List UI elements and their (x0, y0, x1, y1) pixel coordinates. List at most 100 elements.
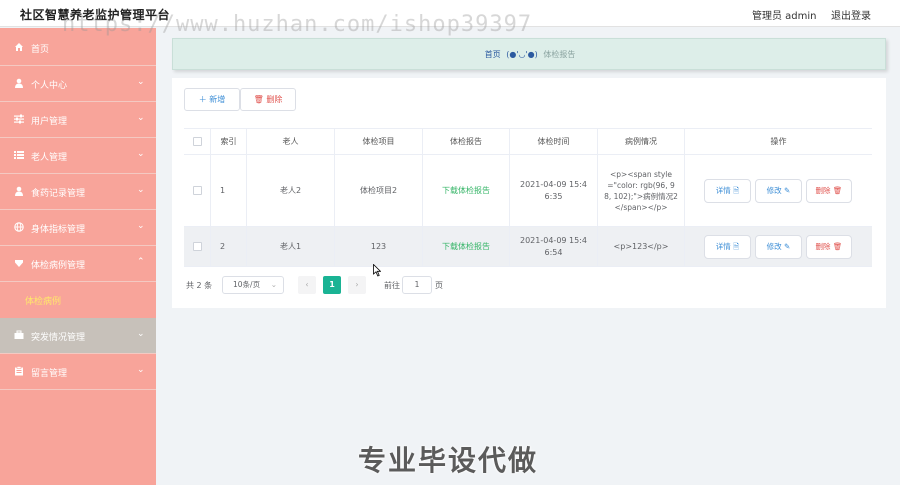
download-report-link[interactable]: 下载体检报告 (442, 185, 490, 197)
row-checkbox[interactable] (192, 186, 202, 195)
report-cell: 下载体检报告 (423, 155, 510, 226)
elder-cell: 老人2 (247, 155, 335, 226)
edit-label: 修改 (766, 186, 782, 195)
document-icon: 🗎 (733, 186, 740, 195)
logout-link[interactable]: 退出登录 (831, 7, 871, 22)
sidebar-item-personal-center[interactable]: 个人中心 ⌄ (0, 66, 156, 102)
sidebar-item-emergencies[interactable]: 突发情况管理 ⌄ (0, 318, 156, 354)
globe-icon (14, 222, 24, 232)
report-cell: 下载体检报告 (423, 227, 510, 266)
sidebar-item-label: 食药记录管理 (31, 189, 86, 199)
sidebar-item-label: 身体指标管理 (31, 225, 86, 235)
column-header: 操作 (770, 136, 787, 146)
case-cell: <p><span style="color: rgb(96, 98, 102);… (598, 155, 685, 226)
chevron-down-icon: ⌄ (270, 280, 277, 289)
page-number-current[interactable]: 1 (323, 276, 341, 294)
detail-button[interactable]: 详情 🗎 (704, 179, 751, 203)
breadcrumb-emoticon: (●'◡'●) (506, 50, 538, 59)
edit-label: 修改 (766, 242, 782, 251)
sidebar-item-home[interactable]: 首页 (0, 30, 156, 66)
row-select-cell (184, 155, 211, 226)
person-icon (14, 78, 24, 88)
trash-icon: 🗑 (832, 186, 843, 195)
goto-page-input[interactable]: 1 (402, 276, 432, 294)
next-page-button[interactable]: › (348, 276, 366, 294)
edit-button[interactable]: 修改 ✎ (755, 179, 802, 203)
sidebar-item-label: 个人中心 (31, 81, 68, 91)
sidebar-subitem-medical-record[interactable]: 体检病例 (0, 282, 156, 318)
content-panel: ＋ 新增 🗑 删除 索引 老人 体检项目 体检报告 体检时间 病例情况 操作 1… (172, 78, 886, 308)
table-row: 1 老人2 体检项目2 下载体检报告 2021-04-09 15:46:35 <… (184, 155, 872, 227)
chevron-right-icon: › (355, 280, 359, 289)
sidebar-item-label: 突发情况管理 (31, 333, 86, 343)
sidebar-item-elder-management[interactable]: 老人管理 ⌄ (0, 138, 156, 174)
sidebar-item-messages[interactable]: 留言管理 ⌄ (0, 354, 156, 390)
sidebar-item-label: 体检病例管理 (31, 261, 86, 271)
diamond-icon (14, 258, 24, 268)
sidebar-item-label: 老人管理 (31, 153, 68, 163)
column-header: 体检项目 (335, 129, 423, 154)
list-icon (14, 150, 24, 160)
home-icon (14, 42, 24, 52)
chevron-down-icon: ⌄ (137, 329, 145, 339)
column-header: 病例情况 (598, 129, 685, 154)
edit-button[interactable]: 修改 ✎ (755, 235, 802, 259)
delete-button[interactable]: 删除 🗑 (806, 179, 852, 203)
sidebar-item-label: 首页 (31, 45, 50, 55)
delete-label: 删除 (815, 186, 831, 195)
chevron-down-icon: ⌄ (137, 365, 145, 375)
page-suffix: 页 (435, 281, 443, 290)
prev-page-button[interactable]: ‹ (298, 276, 316, 294)
breadcrumb-current: 体检报告 (543, 50, 576, 59)
select-all-cell (184, 129, 211, 154)
actions-cell: 详情 🗎 修改 ✎ 删除 🗑 (685, 155, 872, 226)
sidebar: 首页 个人中心 ⌄ 用户管理 ⌄ 老人管理 ⌄ 食药记录管理 ⌄ 身体指标管理 … (0, 28, 156, 485)
delete-button-label: 删除 (266, 95, 283, 104)
detail-button[interactable]: 详情 🗎 (704, 235, 751, 259)
column-header: 索引 (211, 129, 247, 154)
sidebar-item-label: 留言管理 (31, 369, 68, 379)
person-icon (14, 186, 24, 196)
table-header-row: 索引 老人 体检项目 体检报告 体检时间 病例情况 操作 (184, 129, 872, 155)
elder-cell: 老人1 (247, 227, 335, 266)
add-button[interactable]: ＋ 新增 (184, 88, 240, 111)
sidebar-item-user-management[interactable]: 用户管理 ⌄ (0, 102, 156, 138)
chevron-down-icon: ⌄ (137, 185, 145, 195)
time-cell: 2021-04-09 15:46:35 (510, 155, 598, 226)
trash-icon: 🗑 (832, 242, 843, 251)
pagination-total: 共 2 条 (186, 281, 213, 290)
case-cell: <p>123</p> (598, 227, 685, 266)
breadcrumb-home[interactable]: 首页 (485, 50, 501, 59)
column-header: 体检报告 (423, 129, 510, 154)
clipboard-icon (14, 366, 24, 376)
row-select-cell (184, 227, 211, 266)
plus-icon: ＋ (198, 95, 210, 104)
chevron-down-icon: ⌄ (137, 149, 145, 159)
column-header: 老人 (247, 129, 335, 154)
item-cell: 123 (335, 227, 423, 266)
actions-cell: 详情 🗎 修改 ✎ 删除 🗑 (685, 227, 872, 266)
delete-button[interactable]: 删除 🗑 (806, 235, 852, 259)
goto-label: 前往 (384, 281, 400, 290)
select-all-checkbox[interactable] (192, 137, 202, 146)
footer-watermark: 专业毕设代做 (358, 444, 539, 477)
chevron-down-icon: ⌄ (137, 113, 145, 123)
briefcase-icon (14, 330, 24, 340)
sidebar-item-food-medicine-records[interactable]: 食药记录管理 ⌄ (0, 174, 156, 210)
sidebar-subitem-label: 体检病例 (25, 297, 62, 307)
download-report-link[interactable]: 下载体检报告 (442, 241, 490, 253)
chevron-left-icon: ‹ (305, 280, 309, 289)
records-table: 索引 老人 体检项目 体检报告 体检时间 病例情况 操作 1 老人2 体检项目2… (184, 128, 872, 267)
delete-label: 删除 (815, 242, 831, 251)
row-checkbox[interactable] (192, 242, 202, 251)
page-size-value: 10条/页 (233, 280, 261, 289)
item-cell: 体检项目2 (335, 155, 423, 226)
column-header: 体检时间 (510, 129, 598, 154)
page-size-select[interactable]: 10条/页 ⌄ (222, 276, 284, 294)
pencil-icon: ✎ (784, 242, 791, 251)
batch-delete-button[interactable]: 🗑 删除 (240, 88, 296, 111)
sidebar-item-medical-records[interactable]: 体检病例管理 ⌃ (0, 246, 156, 282)
sidebar-item-label: 用户管理 (31, 117, 68, 127)
sidebar-item-body-indicators[interactable]: 身体指标管理 ⌄ (0, 210, 156, 246)
table-row: 2 老人1 123 下载体检报告 2021-04-09 15:46:54 <p>… (184, 227, 872, 267)
